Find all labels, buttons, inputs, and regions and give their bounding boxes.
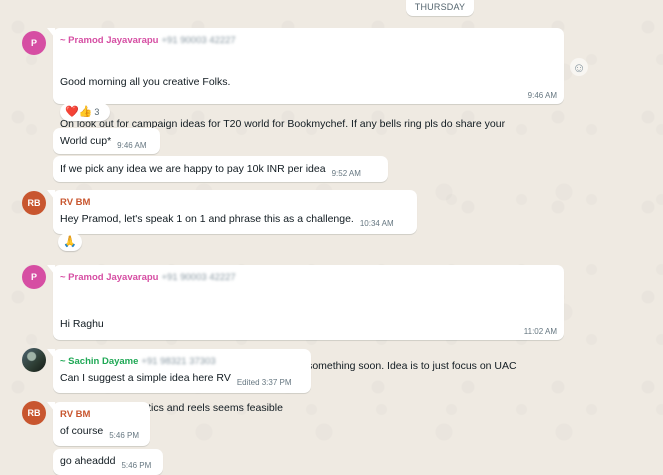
avatar[interactable]: [22, 348, 46, 372]
message-bubble[interactable]: ~ Sachin Dayame +91 98321 37303 Can I sug…: [47, 349, 311, 393]
sender-name[interactable]: RV BM: [60, 196, 410, 209]
message-text: of course: [60, 425, 104, 437]
message-bubble[interactable]: If we pick any idea we are happy to pay …: [53, 156, 388, 182]
sender-label: ~ Sachin Dayame: [60, 356, 139, 367]
message-time: 5:46 PM: [109, 431, 139, 440]
message-text: World cup*: [60, 135, 112, 147]
avatar-initial: P: [30, 38, 37, 48]
reaction-pill[interactable]: 🙏: [58, 233, 82, 251]
message-bubble[interactable]: World cup* 9:46 AM: [53, 128, 160, 154]
message-bubble[interactable]: RV BM Hey Pramod, let's speak 1 on 1 and…: [47, 190, 417, 234]
sender-phone: +91 98321 37303: [141, 356, 216, 367]
message-time: 9:46 AM: [117, 141, 147, 150]
sender-label: RV BM: [60, 197, 91, 208]
reaction-count: 3: [94, 107, 100, 117]
avatar-initial: RB: [27, 198, 41, 208]
sender-label: ~ Pramod Jayavarapu: [60, 272, 159, 283]
message-time: 9:52 AM: [331, 169, 361, 178]
message-time: 9:46 AM: [527, 91, 557, 100]
avatar[interactable]: P: [22, 265, 46, 289]
sender-label: RV BM: [60, 409, 91, 420]
message-line: Good morning all you creative Folks.: [60, 76, 231, 88]
message-time: 10:34 AM: [359, 219, 394, 228]
sender-name[interactable]: ~ Sachin Dayame +91 98321 37303: [60, 355, 304, 368]
sender-phone: +91 90003 42227: [161, 35, 236, 46]
message-text: Hey Pramod, let's speak 1 on 1 and phras…: [60, 213, 354, 225]
message-bubble[interactable]: ~ Pramod Jayavarapu +91 90003 42227 Hi Ra…: [47, 265, 564, 414]
message-time: 11:02 AM: [523, 327, 557, 336]
sender-name[interactable]: ~ Pramod Jayavarapu +91 90003 42227: [60, 271, 557, 284]
day-label: THURSDAY: [414, 2, 466, 12]
avatar[interactable]: P: [22, 31, 46, 55]
sender-phone: +91 90003 42227: [161, 272, 236, 283]
sender-name[interactable]: RV BM: [60, 408, 143, 421]
message-time: Edited 3:37 PM: [236, 378, 292, 387]
message-text: If we pick any idea we are happy to pay …: [60, 163, 326, 175]
message-line: Hi Raghu: [60, 318, 104, 330]
sender-label: ~ Pramod Jayavarapu: [60, 35, 159, 46]
avatar-initial: P: [30, 272, 37, 282]
smiley-glyph: ☺: [572, 59, 586, 75]
reaction-pill[interactable]: ❤️👍 3: [60, 103, 110, 121]
reaction-emojis: ❤️👍: [65, 105, 93, 118]
message-bubble[interactable]: go aheaddd 5:46 PM: [53, 449, 163, 475]
avatar-initial: RB: [27, 408, 41, 418]
sender-name[interactable]: ~ Pramod Jayavarapu +91 90003 42227: [60, 34, 557, 47]
smiley-face-icon[interactable]: ☺: [570, 58, 588, 76]
message-text: Can I suggest a simple idea here RV: [60, 372, 231, 384]
day-divider: THURSDAY: [406, 0, 474, 16]
message-bubble[interactable]: RV BM of course 5:46 PM: [47, 402, 150, 446]
avatar[interactable]: RB: [22, 401, 46, 425]
reaction-emojis: 🙏: [63, 235, 77, 248]
avatar[interactable]: RB: [22, 191, 46, 215]
message-bubble[interactable]: ~ Pramod Jayavarapu +91 90003 42227 Good …: [47, 28, 564, 172]
